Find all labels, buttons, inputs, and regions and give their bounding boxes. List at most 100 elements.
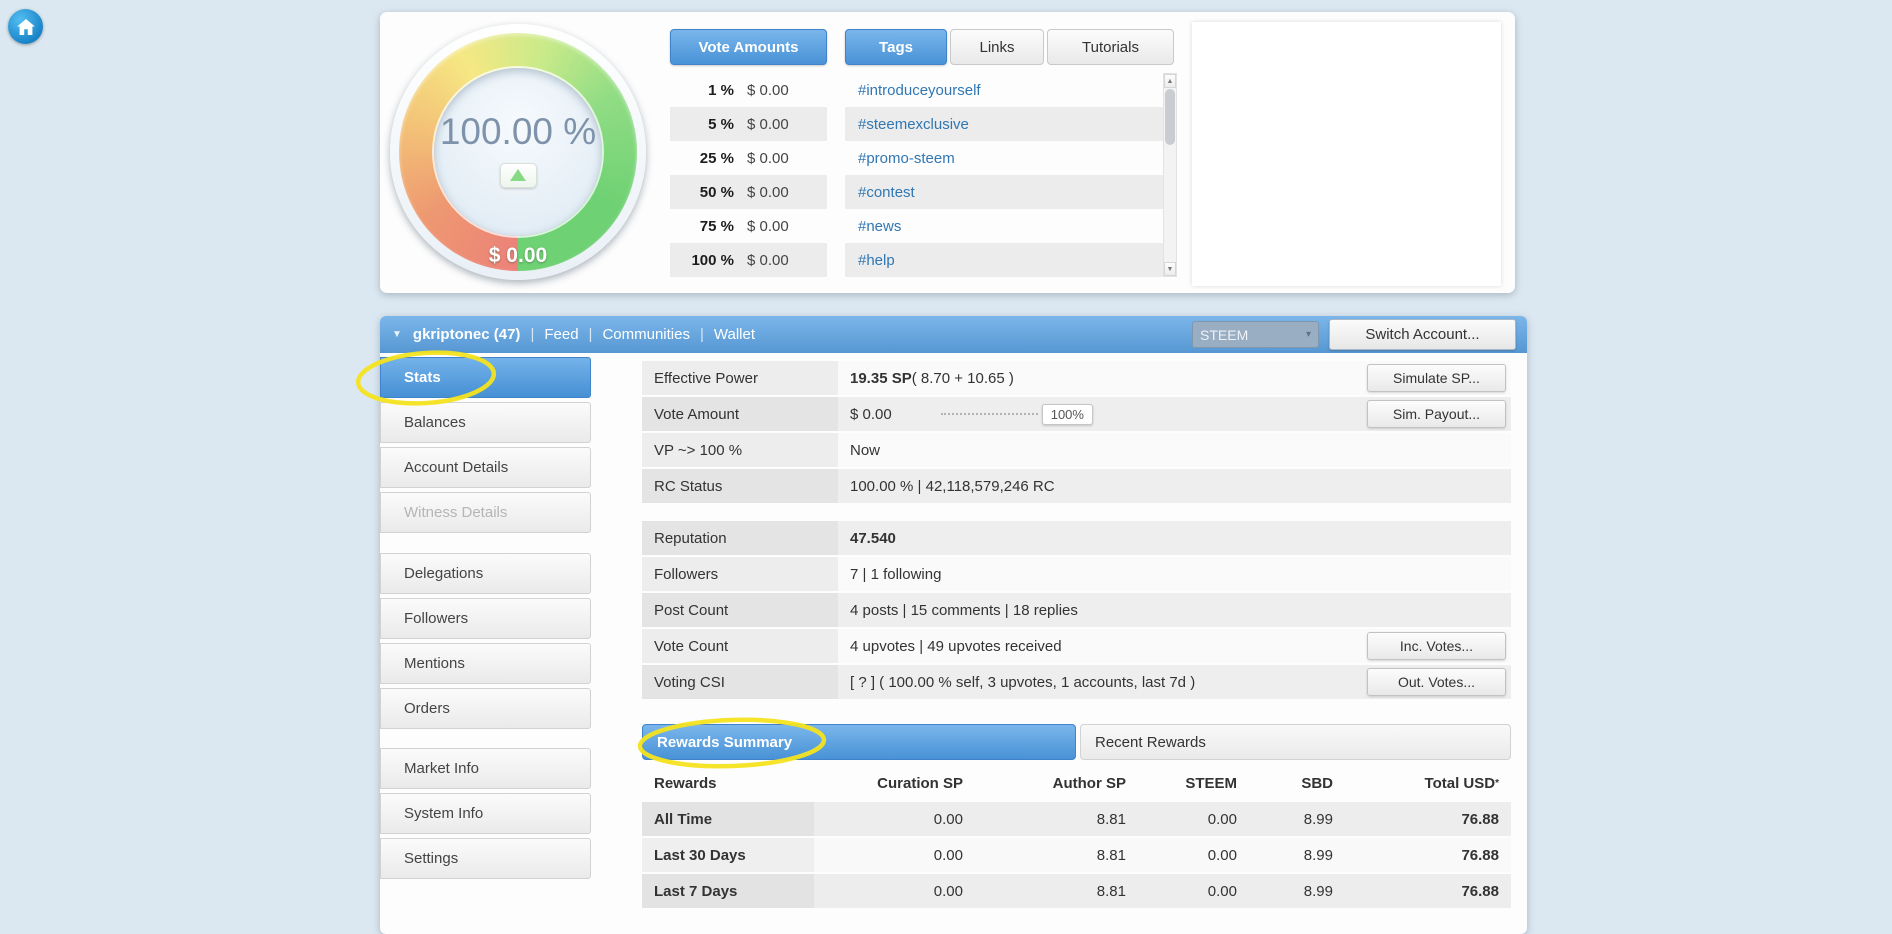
sidebar-item-account-details[interactable]: Account Details — [380, 447, 591, 488]
stat-label: Reputation — [642, 521, 838, 555]
rewards-cell: 8.99 — [1243, 838, 1339, 872]
vote-percent: 25 % — [699, 149, 734, 167]
rewards-cell: 0.00 — [1132, 838, 1243, 872]
sidebar-item-delegations[interactable]: Delegations — [380, 553, 591, 594]
rewards-cell: 0.00 — [1132, 802, 1243, 836]
stat-value-strong: 47.540 — [850, 529, 896, 547]
separator: | — [530, 326, 535, 343]
tag-link[interactable]: #help — [845, 243, 1177, 277]
simulate-sp-button[interactable]: Simulate SP... — [1367, 364, 1506, 392]
tags-panel: Tags Links Tutorials #introduceyourself … — [845, 29, 1177, 277]
stat-value-text: 4 upvotes | 49 upvotes received — [850, 637, 1062, 655]
tag-list: #introduceyourself #steemexclusive #prom… — [845, 73, 1177, 277]
vote-value: $ 0.00 — [747, 217, 789, 235]
rewards-table: Rewards Curation SP Author SP STEEM SBD … — [642, 766, 1511, 908]
rewards-cell: 8.81 — [969, 838, 1132, 872]
sidebar-item-market-info[interactable]: Market Info — [380, 748, 591, 789]
vote-amount-row: 25 % $ 0.00 — [670, 141, 827, 175]
tags-scrollbar[interactable]: ▲ ▼ — [1163, 73, 1177, 277]
tab-tutorials[interactable]: Tutorials — [1047, 29, 1174, 65]
home-icon — [16, 18, 35, 35]
total-usd-note: * — [1495, 777, 1499, 789]
link-communities[interactable]: Communities — [602, 326, 690, 343]
sidebar-item-stats[interactable]: Stats — [380, 357, 591, 398]
stat-value: 7 | 1 following — [838, 557, 1511, 591]
vote-percent: 5 % — [708, 115, 734, 133]
tag-link[interactable]: #steemexclusive — [845, 107, 1177, 141]
stat-value-text: 7 | 1 following — [850, 565, 942, 583]
rewards-header-row: Rewards Curation SP Author SP STEEM SBD … — [642, 766, 1511, 800]
chain-select[interactable]: STEEM ▾ — [1192, 321, 1319, 348]
top-panel: 100.00 % $ 0.00 Vote Amounts 1 % $ 0.00 5… — [380, 12, 1515, 293]
main-panel: ▼ gkriptonec (47) | Feed | Communities |… — [380, 316, 1527, 934]
gauge-vote-amount: $ 0.00 — [488, 244, 548, 267]
rewards-cell: 0.00 — [814, 838, 969, 872]
switch-account-button[interactable]: Switch Account... — [1329, 319, 1516, 350]
stat-value: 4 posts | 15 comments | 18 replies — [838, 593, 1511, 627]
tab-tags[interactable]: Tags — [845, 29, 947, 65]
link-feed[interactable]: Feed — [544, 326, 578, 343]
vote-amount-row: 75 % $ 0.00 — [670, 209, 827, 243]
tab-rewards-summary[interactable]: Rewards Summary — [642, 724, 1076, 760]
tag-link[interactable]: #contest — [845, 175, 1177, 209]
stat-label: Voting CSI — [642, 665, 838, 699]
home-button[interactable] — [8, 9, 43, 44]
tab-links[interactable]: Links — [950, 29, 1044, 65]
sim-payout-button[interactable]: Sim. Payout... — [1367, 400, 1506, 428]
vote-value: $ 0.00 — [747, 251, 789, 269]
sidebar-item-settings[interactable]: Settings — [380, 838, 591, 879]
vote-amount-row: 50 % $ 0.00 — [670, 175, 827, 209]
stat-value-text: ( 8.70 + 10.65 ) — [911, 369, 1014, 387]
rewards-cell: 76.88 — [1339, 838, 1511, 872]
stat-row-post-count: Post Count 4 posts | 15 comments | 18 re… — [642, 593, 1511, 627]
rewards-cell: 8.81 — [969, 874, 1132, 908]
rewards-header-cell: Rewards — [654, 774, 717, 792]
vote-percent: 75 % — [699, 217, 734, 235]
stat-row-rc-status: RC Status 100.00 % | 42,118,579,246 RC — [642, 469, 1511, 503]
chain-select-value: STEEM — [1200, 326, 1249, 343]
vote-value: $ 0.00 — [747, 115, 789, 133]
sidebar-item-followers[interactable]: Followers — [380, 598, 591, 639]
sidebar-item-orders[interactable]: Orders — [380, 688, 591, 729]
tag-link[interactable]: #news — [845, 209, 1177, 243]
tag-link[interactable]: #promo-steem — [845, 141, 1177, 175]
rewards-row-last-30-days: Last 30 Days 0.00 8.81 0.00 8.99 76.88 — [642, 838, 1511, 872]
vote-weight-slider[interactable] — [940, 413, 1038, 415]
link-wallet[interactable]: Wallet — [714, 326, 755, 343]
vote-percent: 50 % — [699, 183, 734, 201]
account-bar: ▼ gkriptonec (47) | Feed | Communities |… — [380, 316, 1527, 353]
sidebar-item-balances[interactable]: Balances — [380, 402, 591, 443]
stat-label: Followers — [642, 557, 838, 591]
stat-row-reputation: Reputation 47.540 — [642, 521, 1511, 555]
account-dropdown-caret-icon[interactable]: ▼ — [392, 329, 402, 340]
sidebar-item-system-info[interactable]: System Info — [380, 793, 591, 834]
gauge-up-indicator-icon — [499, 162, 537, 188]
rewards-header-cell: Total USD * — [1339, 766, 1511, 800]
tab-recent-rewards[interactable]: Recent Rewards — [1080, 724, 1511, 760]
rewards-cell: 0.00 — [814, 874, 969, 908]
incoming-votes-button[interactable]: Inc. Votes... — [1367, 632, 1506, 660]
vote-amounts-header[interactable]: Vote Amounts — [670, 29, 827, 65]
outgoing-votes-button[interactable]: Out. Votes... — [1367, 668, 1506, 696]
account-name[interactable]: gkriptonec (47) — [413, 326, 521, 343]
rewards-row-last-7-days: Last 7 Days 0.00 8.81 0.00 8.99 76.88 — [642, 874, 1511, 908]
tag-link[interactable]: #introduceyourself — [845, 73, 1177, 107]
preview-panel — [1192, 22, 1501, 286]
separator: | — [588, 326, 593, 343]
rewards-header-cell: Curation SP — [877, 774, 963, 792]
rewards-cell: 76.88 — [1339, 874, 1511, 908]
scroll-down-icon[interactable]: ▼ — [1164, 262, 1176, 276]
rewards-cell: 76.88 — [1339, 802, 1511, 836]
up-triangle-icon — [510, 169, 526, 181]
stat-value-text: Now — [850, 441, 881, 459]
vote-amount-row: 5 % $ 0.00 — [670, 107, 827, 141]
rewards-cell: Last 7 Days — [642, 874, 814, 908]
scroll-up-icon[interactable]: ▲ — [1164, 74, 1176, 88]
rewards-row-all-time: All Time 0.00 8.81 0.00 8.99 76.88 — [642, 802, 1511, 836]
vote-amount-row: 1 % $ 0.00 — [670, 73, 827, 107]
sidebar-item-mentions[interactable]: Mentions — [380, 643, 591, 684]
scrollbar-thumb[interactable] — [1165, 89, 1175, 145]
stat-label: Vote Amount — [642, 397, 838, 431]
stat-value-text: $ 0.00 — [850, 405, 892, 423]
rewards-cell: Last 30 Days — [642, 838, 814, 872]
